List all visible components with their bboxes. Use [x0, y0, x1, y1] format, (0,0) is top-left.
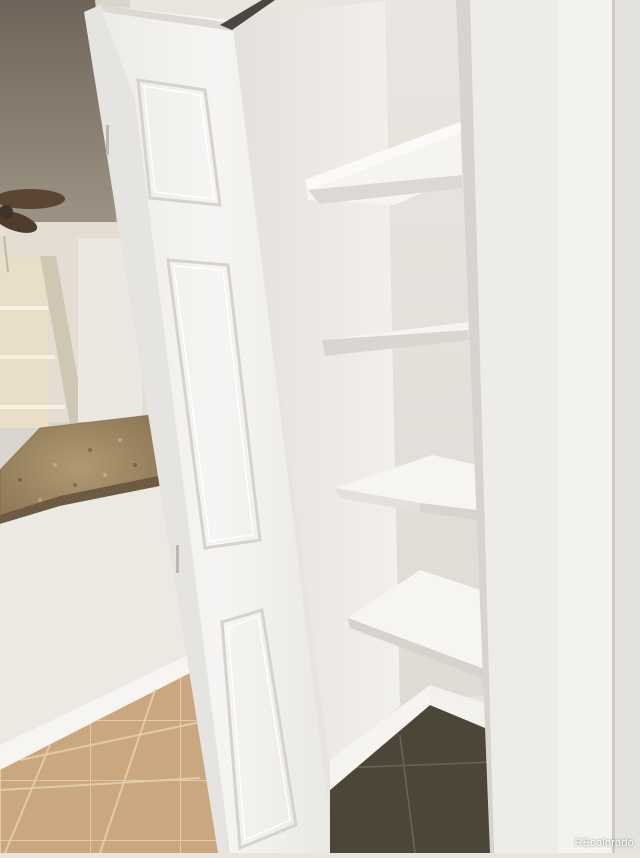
photo-scene: REcolorado [0, 0, 640, 854]
watermark-logo: REcolorado [574, 837, 634, 849]
